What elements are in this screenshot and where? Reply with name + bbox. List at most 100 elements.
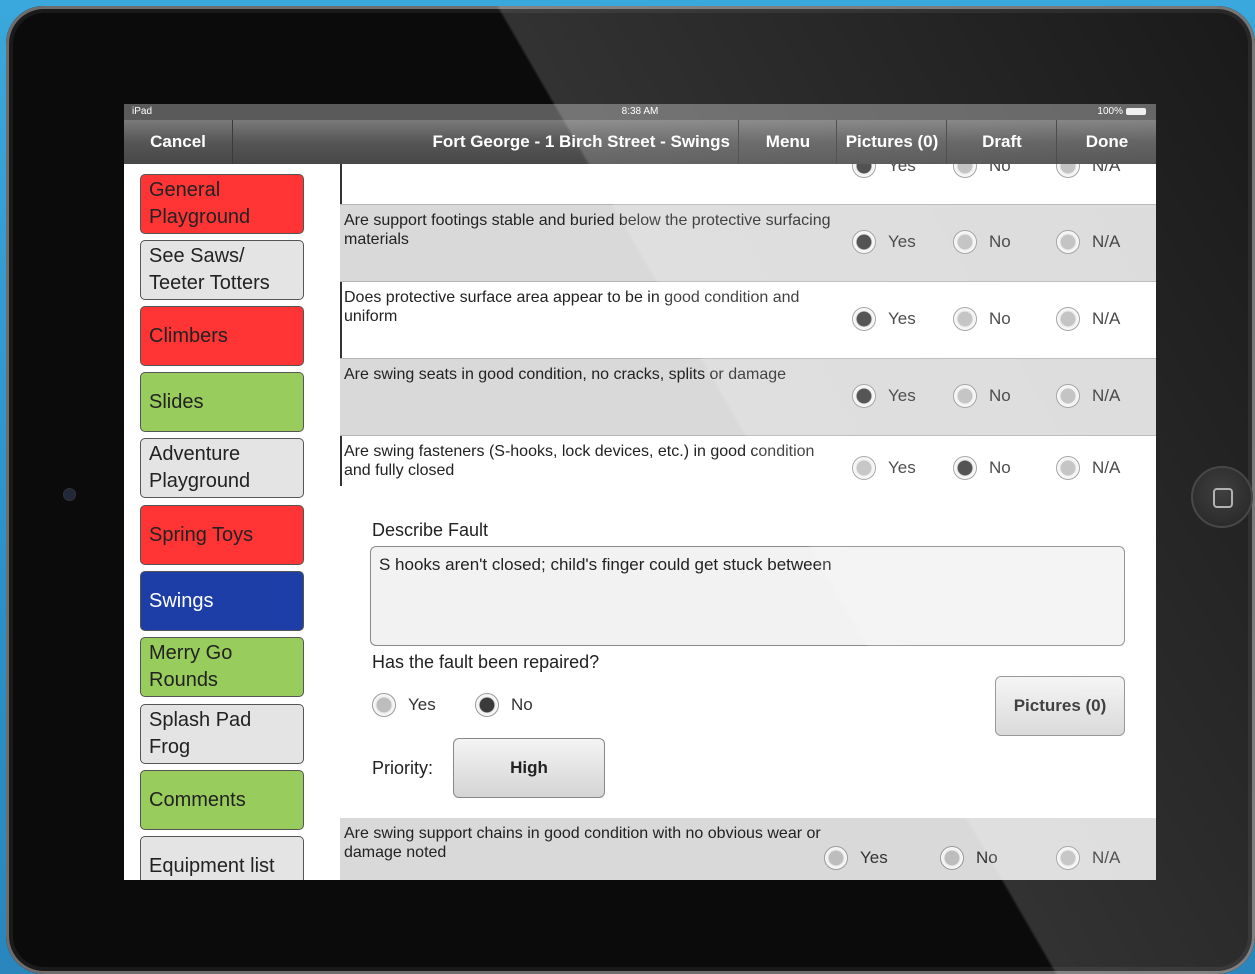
radio-icon (1056, 230, 1080, 254)
question-row: Are support footings stable and buried b… (340, 205, 1156, 282)
answer-na[interactable]: N/A (1056, 307, 1120, 331)
sidebar-item-splash-pad-frog[interactable]: Splash Pad Frog (140, 704, 304, 764)
home-button[interactable] (1191, 466, 1253, 528)
answer-no-label: No (989, 458, 1011, 477)
answer-no-label: No (976, 848, 998, 867)
question-text: Are swing fasteners (S-hooks, lock devic… (344, 443, 815, 479)
describe-fault-label: Describe Fault (372, 520, 489, 540)
sidebar-item-see-saws[interactable]: See Saws/ Teeter Totters (140, 240, 304, 300)
draft-button[interactable]: Draft (946, 120, 1057, 164)
repaired-no[interactable]: No (475, 693, 533, 717)
question-text: Are support footings stable and buried b… (344, 212, 831, 248)
answer-yes[interactable]: Yes (852, 384, 916, 408)
radio-icon (1056, 846, 1080, 870)
answer-no[interactable]: No (953, 307, 1011, 331)
radio-icon (475, 693, 499, 717)
answer-no-label: No (989, 386, 1011, 405)
radio-icon (953, 230, 977, 254)
answer-na-label: N/A (1092, 164, 1121, 175)
repaired-no-label: No (511, 695, 533, 714)
radio-icon (1056, 307, 1080, 331)
answer-na[interactable]: N/A (1056, 384, 1120, 408)
radio-icon (372, 693, 396, 717)
answer-no[interactable]: No (940, 846, 998, 870)
sidebar-item-merry-go-rounds[interactable]: Merry Go Rounds (140, 637, 304, 697)
battery-icon (1126, 108, 1146, 115)
question-text: Are swing support chains in good conditi… (344, 825, 821, 861)
answer-no[interactable]: No (953, 384, 1011, 408)
page-title: Fort George - 1 Birch Street - Swings (232, 120, 740, 164)
home-icon (1213, 488, 1233, 508)
answer-yes[interactable]: Yes (852, 164, 916, 178)
radio-icon (953, 164, 977, 178)
fault-pictures-button[interactable]: Pictures (0) (995, 676, 1125, 736)
sidebar-item-spring-toys[interactable]: Spring Toys (140, 505, 304, 565)
sidebar-item-swings[interactable]: Swings (140, 571, 304, 631)
answer-yes[interactable]: Yes (852, 307, 916, 331)
radio-icon (1056, 456, 1080, 480)
question-text: Are swing seats in good condition, no cr… (344, 366, 787, 383)
answer-na-label: N/A (1092, 848, 1121, 867)
answer-na[interactable]: N/A (1056, 230, 1120, 254)
radio-icon (940, 846, 964, 870)
priority-selector[interactable]: High (453, 738, 605, 798)
battery-indicator: 100% (1097, 106, 1146, 117)
answer-yes-label: Yes (888, 164, 916, 175)
radio-icon (824, 846, 848, 870)
repaired-yes-label: Yes (408, 695, 436, 714)
answer-na-label: N/A (1092, 309, 1121, 328)
radio-icon (852, 456, 876, 480)
answer-yes[interactable]: Yes (852, 456, 916, 480)
answer-yes-label: Yes (888, 232, 916, 251)
question-text: Does protective surface area appear to b… (344, 289, 800, 325)
checklist-content: Yes No N/A Are support footings stable a… (340, 164, 1156, 880)
fault-details-panel: Describe Fault S hooks aren't closed; ch… (340, 486, 1156, 819)
answer-no[interactable]: No (953, 456, 1011, 480)
fault-description-field[interactable]: S hooks aren't closed; child's finger co… (370, 546, 1125, 646)
done-button[interactable]: Done (1056, 120, 1156, 164)
sidebar-item-adventure-playground[interactable]: Adventure Playground (140, 438, 304, 498)
answer-no[interactable]: No (953, 164, 1011, 178)
answer-na[interactable]: N/A (1056, 164, 1120, 178)
answer-no-label: No (989, 232, 1011, 251)
sidebar-item-climbers[interactable]: Climbers (140, 306, 304, 366)
radio-icon (1056, 164, 1080, 178)
answer-yes-label: Yes (888, 386, 916, 405)
ipad-frame: iPad 8:38 AM 100% Cancel Fort George - 1… (6, 6, 1255, 974)
battery-percent: 100% (1097, 106, 1123, 117)
pictures-button[interactable]: Pictures (0) (836, 120, 947, 164)
question-row: Does protective surface area appear to b… (340, 282, 1156, 359)
answer-na[interactable]: N/A (1056, 456, 1120, 480)
radio-icon (852, 384, 876, 408)
sidebar-item-slides[interactable]: Slides (140, 372, 304, 432)
sidebar-item-equipment-list[interactable]: Equipment list (140, 836, 304, 880)
radio-icon (852, 230, 876, 254)
status-time: 8:38 AM (621, 106, 659, 117)
question-row: Are swing support chains in good conditi… (340, 818, 1156, 880)
question-row: Are swing seats in good condition, no cr… (340, 359, 1156, 436)
answer-yes-label: Yes (860, 848, 888, 867)
menu-button[interactable]: Menu (738, 120, 837, 164)
radio-icon (953, 307, 977, 331)
radio-icon (852, 164, 876, 178)
radio-icon (953, 384, 977, 408)
answer-yes-label: Yes (888, 309, 916, 328)
answer-yes[interactable]: Yes (852, 230, 916, 254)
answer-yes-label: Yes (888, 458, 916, 477)
repaired-yes[interactable]: Yes (372, 693, 436, 717)
answer-na[interactable]: N/A (1056, 846, 1120, 870)
sidebar-item-general-playground[interactable]: General Playground (140, 174, 304, 234)
page-title-text: Fort George - 1 Birch Street - Swings (432, 132, 730, 151)
answer-no[interactable]: No (953, 230, 1011, 254)
question-row: Are swing fasteners (S-hooks, lock devic… (340, 436, 1156, 486)
status-bar: iPad 8:38 AM 100% (124, 104, 1156, 120)
priority-label: Priority: (372, 758, 434, 778)
sidebar-item-comments[interactable]: Comments (140, 770, 304, 830)
app-screen: iPad 8:38 AM 100% Cancel Fort George - 1… (124, 104, 1156, 880)
radio-icon (953, 456, 977, 480)
fault-repaired-label: Has the fault been repaired? (372, 652, 600, 672)
answer-yes[interactable]: Yes (824, 846, 888, 870)
category-sidebar: General Playground See Saws/ Teeter Tott… (124, 164, 342, 880)
radio-icon (852, 307, 876, 331)
cancel-button[interactable]: Cancel (124, 120, 233, 164)
